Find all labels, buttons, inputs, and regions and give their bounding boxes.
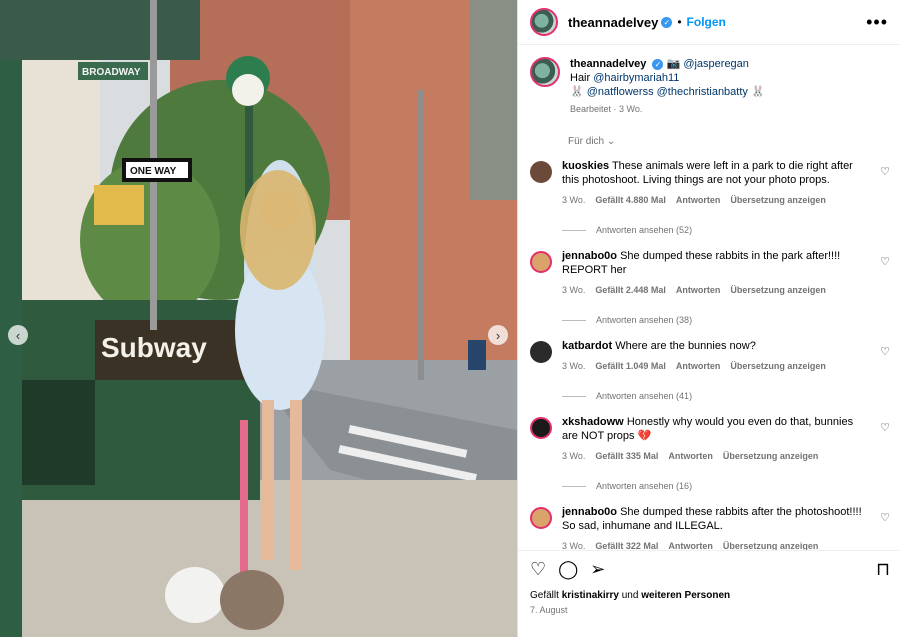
- chevron-down-icon[interactable]: ⌄: [607, 136, 615, 147]
- comment-text: Where are the bunnies now?: [615, 340, 756, 352]
- view-replies-label[interactable]: Antworten ansehen (52): [596, 223, 692, 237]
- commenter-avatar[interactable]: [530, 341, 552, 363]
- comment-translate-button[interactable]: Übersetzung anzeigen: [723, 541, 819, 550]
- heart-icon[interactable]: ♡: [880, 255, 890, 268]
- camera-emoji-icon: 📷: [666, 58, 681, 70]
- street-photo: Subway ONE WAY BROADWAY: [0, 0, 517, 637]
- comment-likes[interactable]: Gefällt 322 Mal: [595, 541, 658, 550]
- author-avatar[interactable]: [530, 8, 558, 36]
- post-photo: Subway ONE WAY BROADWAY ‹ ›: [0, 0, 517, 637]
- view-replies-label[interactable]: Antworten ansehen (41): [596, 389, 692, 403]
- comment-item: xkshadoww Honestly why would you even do…: [518, 415, 900, 493]
- view-replies-label[interactable]: Antworten ansehen (16): [596, 479, 692, 493]
- post-header: theannadelvey ✓ • Folgen •••: [518, 0, 900, 45]
- verified-icon: ✓: [652, 58, 664, 70]
- caption-mention-photographer[interactable]: @jasperegan: [683, 58, 749, 70]
- post-side-panel: theannadelvey ✓ • Folgen ••• theannadelv…: [517, 0, 900, 637]
- comment-username[interactable]: xkshadoww: [562, 416, 624, 428]
- comment-username[interactable]: katbardot: [562, 340, 612, 352]
- one-way-sign-text: ONE WAY: [130, 166, 177, 177]
- subway-sign-text: Subway: [101, 332, 207, 363]
- comment-likes[interactable]: Gefällt 335 Mal: [595, 451, 658, 461]
- caption-avatar[interactable]: [530, 57, 560, 87]
- commenter-avatar[interactable]: [530, 417, 552, 439]
- bookmark-icon[interactable]: ⊓: [876, 559, 890, 580]
- comment-username[interactable]: jennabo0o: [562, 506, 617, 518]
- author-username[interactable]: theannadelvey: [568, 15, 658, 30]
- post-caption: theannadelvey ✓ 📷 @jasperegan Hair @hair…: [518, 45, 900, 116]
- comment-username[interactable]: kuoskies: [562, 160, 609, 172]
- sort-dropdown[interactable]: Für dich ⌄: [568, 136, 900, 147]
- caption-mention-hair[interactable]: @hairbymariah11: [593, 72, 679, 84]
- next-image-button[interactable]: ›: [488, 325, 508, 345]
- sort-label[interactable]: Für dich: [568, 136, 604, 147]
- comment-translate-button[interactable]: Übersetzung anzeigen: [730, 195, 826, 205]
- view-replies-button[interactable]: Antworten ansehen (38): [562, 313, 862, 327]
- commenter-avatar[interactable]: [530, 161, 552, 183]
- share-icon[interactable]: ➢: [590, 559, 605, 580]
- caption-mention-flowers[interactable]: @natflowerss: [587, 86, 654, 98]
- comment-age: 3 Wo.: [562, 451, 586, 461]
- heart-icon[interactable]: ♡: [880, 345, 890, 358]
- view-replies-label[interactable]: Antworten ansehen (38): [596, 313, 692, 327]
- comment-age: 3 Wo.: [562, 195, 586, 205]
- broadway-sign-text: BROADWAY: [82, 67, 141, 78]
- comment-reply-button[interactable]: Antworten: [668, 451, 713, 461]
- verified-icon: ✓: [661, 16, 673, 28]
- commenter-avatar[interactable]: [530, 251, 552, 273]
- comment-item: katbardot Where are the bunnies now? 3 W…: [518, 339, 900, 403]
- view-replies-button[interactable]: Antworten ansehen (16): [562, 479, 862, 493]
- caption-meta: Bearbeitet · 3 Wo.: [570, 104, 643, 114]
- likes-user[interactable]: kristinakirry: [562, 590, 619, 601]
- post-actions: ♡ ◯ ➢ ⊓ Gefällt kristinakirry und weiter…: [518, 550, 900, 638]
- comment-reply-button[interactable]: Antworten: [676, 361, 721, 371]
- comment-reply-button[interactable]: Antworten: [676, 195, 721, 205]
- comment-item: jennabo0o She dumped these rabbits after…: [518, 505, 900, 550]
- view-replies-button[interactable]: Antworten ansehen (52): [562, 223, 862, 237]
- likes-prefix: Gefällt: [530, 590, 562, 601]
- likes-others[interactable]: weiteren Personen: [641, 590, 730, 601]
- rabbit-emoji-icon: 🐰: [750, 86, 765, 98]
- comment-icon[interactable]: ◯: [558, 559, 578, 580]
- comment-reply-button[interactable]: Antworten: [668, 541, 713, 550]
- comment-likes[interactable]: Gefällt 4.880 Mal: [595, 195, 666, 205]
- comment-likes[interactable]: Gefällt 2.448 Mal: [595, 285, 666, 295]
- separator-dot: •: [677, 15, 682, 29]
- heart-icon[interactable]: ♡: [880, 421, 890, 434]
- comment-translate-button[interactable]: Übersetzung anzeigen: [723, 451, 819, 461]
- likes-mid: und: [618, 590, 642, 601]
- likes-summary[interactable]: Gefällt kristinakirry und weiteren Perso…: [518, 580, 900, 601]
- heart-icon[interactable]: ♡: [530, 559, 546, 580]
- comment-translate-button[interactable]: Übersetzung anzeigen: [730, 361, 826, 371]
- previous-image-button[interactable]: ‹: [8, 325, 28, 345]
- comment-username[interactable]: jennabo0o: [562, 250, 617, 262]
- caption-mention-christian[interactable]: @thechristianbatty: [657, 86, 748, 98]
- comment-item: kuoskies These animals were left in a pa…: [518, 159, 900, 237]
- comment-reply-button[interactable]: Antworten: [676, 285, 721, 295]
- rabbit-emoji-icon: 🐰: [570, 86, 584, 98]
- commenter-avatar[interactable]: [530, 507, 552, 529]
- comment-age: 3 Wo.: [562, 285, 586, 295]
- caption-username[interactable]: theannadelvey: [570, 58, 646, 70]
- comments-scroll-area[interactable]: theannadelvey ✓ 📷 @jasperegan Hair @hair…: [518, 45, 900, 550]
- comment-age: 3 Wo.: [562, 541, 586, 550]
- comment-likes[interactable]: Gefällt 1.049 Mal: [595, 361, 666, 371]
- heart-icon[interactable]: ♡: [880, 511, 890, 524]
- post-date: 7. August: [530, 605, 568, 615]
- comment-item: jennabo0o She dumped these rabbits in th…: [518, 249, 900, 327]
- comment-translate-button[interactable]: Übersetzung anzeigen: [730, 285, 826, 295]
- comment-age: 3 Wo.: [562, 361, 586, 371]
- heart-icon[interactable]: ♡: [880, 165, 890, 178]
- follow-button[interactable]: Folgen: [687, 15, 726, 29]
- more-options-icon[interactable]: •••: [866, 12, 888, 33]
- caption-hair-label: Hair: [570, 72, 594, 84]
- view-replies-button[interactable]: Antworten ansehen (41): [562, 389, 862, 403]
